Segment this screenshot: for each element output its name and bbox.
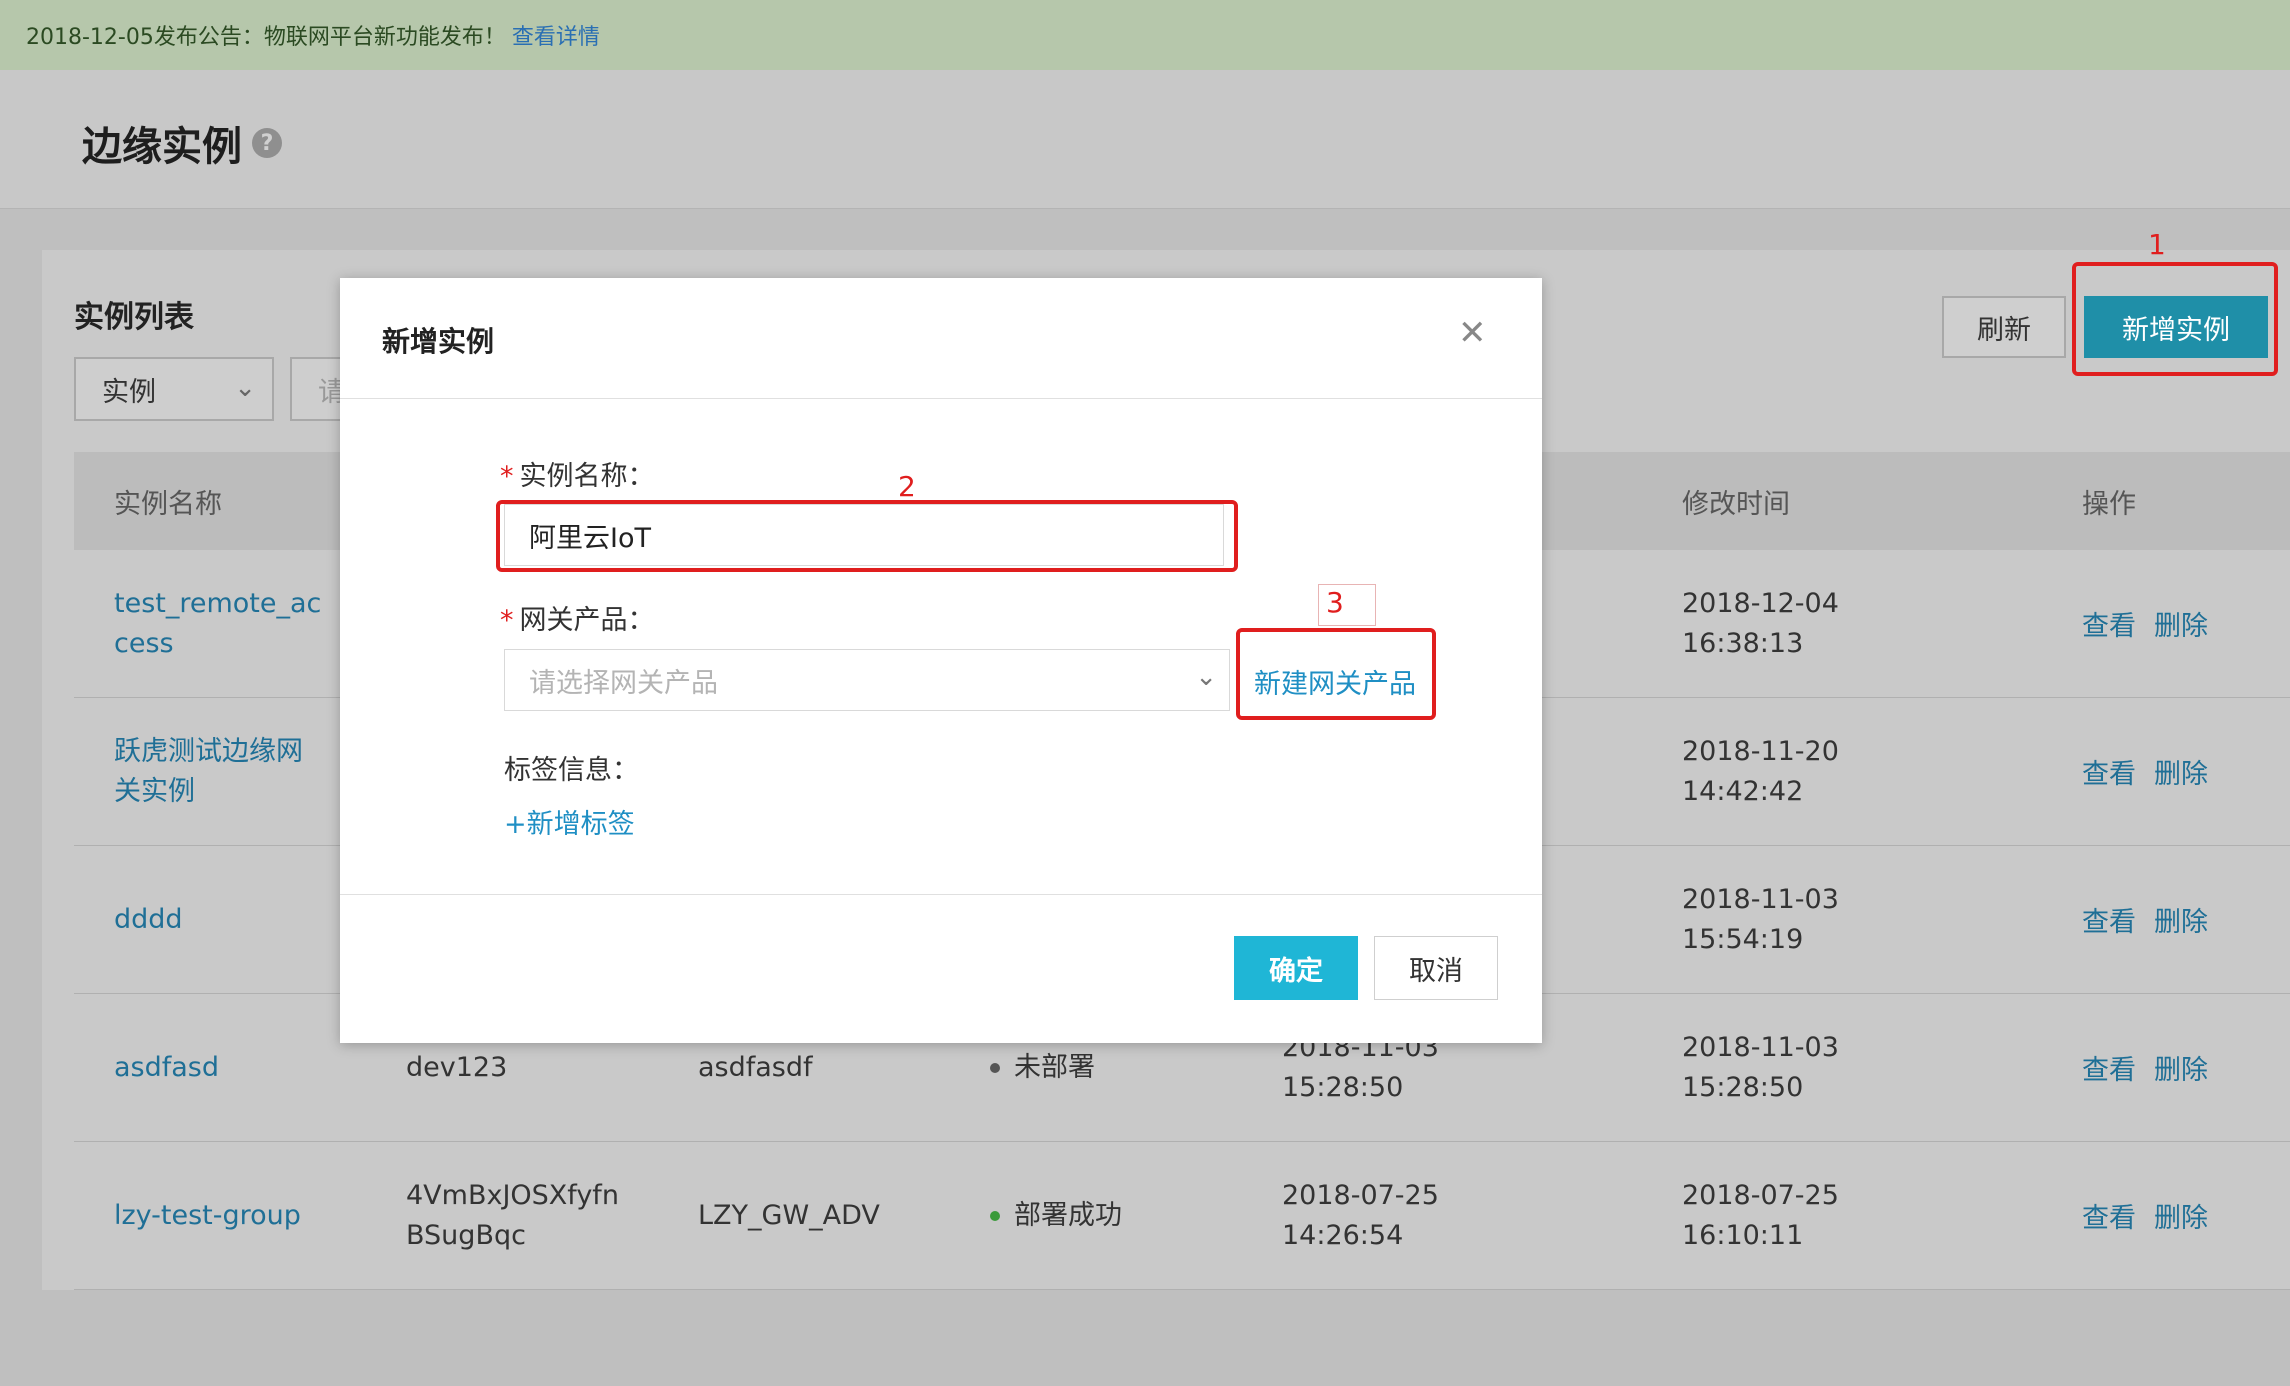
- header-modified-time: 修改时间: [1682, 488, 1790, 520]
- row-actions: 查看 删除: [2082, 846, 2226, 993]
- close-icon[interactable]: ✕: [1458, 316, 1487, 350]
- modified-time: 2018-11-03 15:28:50: [1682, 1031, 1839, 1103]
- view-link[interactable]: 查看: [2082, 752, 2136, 791]
- modified-time: 2018-11-20 14:42:42: [1682, 735, 1839, 807]
- annotation-number-3: 3: [1326, 586, 1344, 619]
- required-mark: *: [500, 461, 514, 492]
- header-operations: 操作: [2082, 488, 2136, 520]
- required-mark: *: [500, 605, 514, 636]
- modified-time: 2018-12-04 16:38:13: [1682, 587, 1839, 659]
- instance-name-link[interactable]: test_remote_ac cess: [114, 550, 324, 697]
- confirm-button[interactable]: 确定: [1234, 936, 1358, 1000]
- delete-link[interactable]: 删除: [2154, 900, 2208, 939]
- modified-time: 2018-07-25 16:10:11: [1682, 1179, 1839, 1251]
- row-actions: 查看 删除: [2082, 1142, 2226, 1289]
- header-instance-name: 实例名称: [114, 488, 222, 520]
- help-icon[interactable]: ?: [252, 128, 282, 158]
- annotation-box-1: [2072, 262, 2278, 376]
- annotation-box-3: [1236, 628, 1436, 720]
- instance-name-link[interactable]: asdfasd: [114, 994, 324, 1141]
- status-dot-icon: [990, 1062, 1000, 1073]
- announcement-text: 2018-12-05发布公告：物联网平台新功能发布！: [26, 25, 506, 50]
- row-actions: 查看 删除: [2082, 698, 2226, 845]
- filter-type-value: 实例: [102, 376, 156, 408]
- view-link[interactable]: 查看: [2082, 1196, 2136, 1235]
- row-field: LZY_GW_ADV: [698, 1199, 880, 1231]
- status-badge: 部署成功: [990, 1142, 1122, 1289]
- gateway-product-label: * 网关产品：: [500, 598, 655, 637]
- instance-name-link[interactable]: dddd: [114, 846, 324, 993]
- add-tag-link[interactable]: +新增标签: [504, 802, 635, 841]
- page-header: 边缘实例: [0, 70, 2290, 209]
- dialog-title: 新增实例: [382, 325, 495, 358]
- view-link[interactable]: 查看: [2082, 1048, 2136, 1087]
- chevron-down-icon: ⌄: [1195, 662, 1217, 692]
- dialog-header-divider: [340, 398, 1542, 399]
- gateway-product-label-text: 网关产品：: [519, 605, 655, 636]
- list-title: 实例列表: [74, 300, 194, 335]
- chevron-down-icon: ⌄: [234, 373, 256, 403]
- row-actions: 查看 删除: [2082, 994, 2226, 1141]
- annotation-number-2: 2: [898, 470, 916, 503]
- dialog-footer-divider: [340, 894, 1542, 895]
- row-field: 4VmBxJOSXfyfn BSugBqc: [406, 1179, 619, 1251]
- gateway-product-select[interactable]: 请选择网关产品 ⌄: [504, 649, 1230, 711]
- annotation-box-2: [496, 500, 1238, 572]
- tag-info-label: 标签信息：: [504, 755, 639, 786]
- instance-name-label: * 实例名称：: [500, 454, 655, 493]
- announcement-details-link[interactable]: 查看详情: [512, 19, 600, 51]
- instance-name-link[interactable]: 跃虎测试边缘网关实例: [114, 698, 324, 845]
- refresh-button[interactable]: 刷新: [1942, 296, 2066, 358]
- status-text: 未部署: [1014, 1051, 1095, 1083]
- annotation-number-1: 1: [2148, 228, 2166, 261]
- table-row: lzy-test-group 4VmBxJOSXfyfn BSugBqc LZY…: [74, 1142, 2290, 1290]
- row-actions: 查看 删除: [2082, 550, 2226, 697]
- view-link[interactable]: 查看: [2082, 900, 2136, 939]
- page-title: 边缘实例: [82, 124, 242, 170]
- delete-link[interactable]: 删除: [2154, 1196, 2208, 1235]
- created-time: 2018-07-25 14:26:54: [1282, 1179, 1439, 1251]
- cancel-button[interactable]: 取消: [1374, 936, 1498, 1000]
- announcement-bar: 2018-12-05发布公告：物联网平台新功能发布！ 查看详情: [0, 0, 2290, 70]
- status-text: 部署成功: [1014, 1199, 1122, 1231]
- delete-link[interactable]: 删除: [2154, 1048, 2208, 1087]
- gateway-product-placeholder: 请选择网关产品: [529, 667, 718, 699]
- modified-time: 2018-11-03 15:54:19: [1682, 883, 1839, 955]
- instance-name-label-text: 实例名称：: [519, 461, 655, 492]
- view-link[interactable]: 查看: [2082, 604, 2136, 643]
- delete-link[interactable]: 删除: [2154, 752, 2208, 791]
- delete-link[interactable]: 删除: [2154, 604, 2208, 643]
- filter-type-select[interactable]: 实例 ⌄: [74, 357, 274, 421]
- status-dot-icon: [990, 1210, 1000, 1221]
- instance-name-link[interactable]: lzy-test-group: [114, 1142, 324, 1289]
